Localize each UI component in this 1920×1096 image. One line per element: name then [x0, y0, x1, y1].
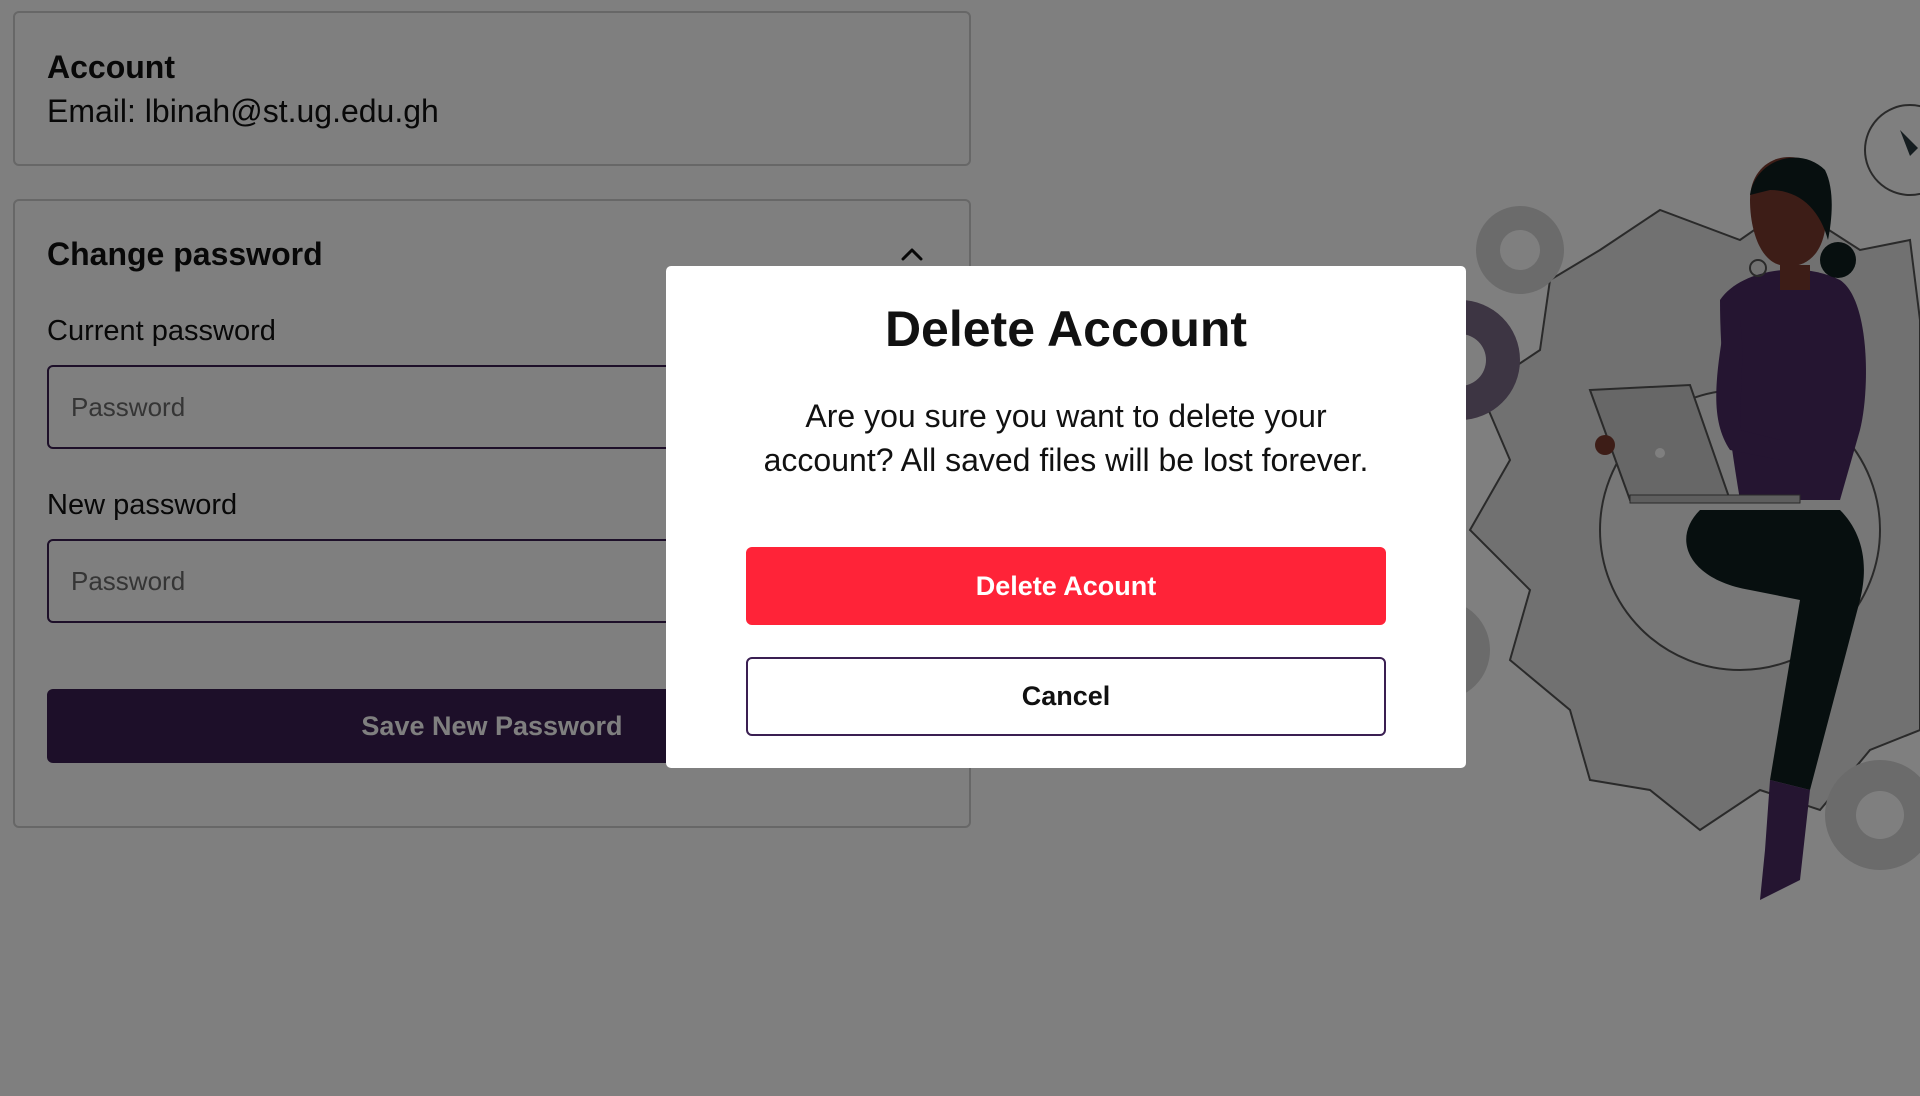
dialog-message: Are you sure you want to delete your acc…	[763, 398, 1369, 478]
delete-account-dialog: Delete Account Are you sure you want to …	[666, 266, 1466, 768]
dialog-title: Delete Account	[884, 301, 1248, 357]
cancel-button[interactable]: Cancel	[746, 657, 1386, 736]
settings-page: Account Email: lbinah@st.ug.edu.gh Chang…	[0, 0, 1920, 1096]
delete-account-button[interactable]: Delete Acount	[746, 547, 1386, 625]
